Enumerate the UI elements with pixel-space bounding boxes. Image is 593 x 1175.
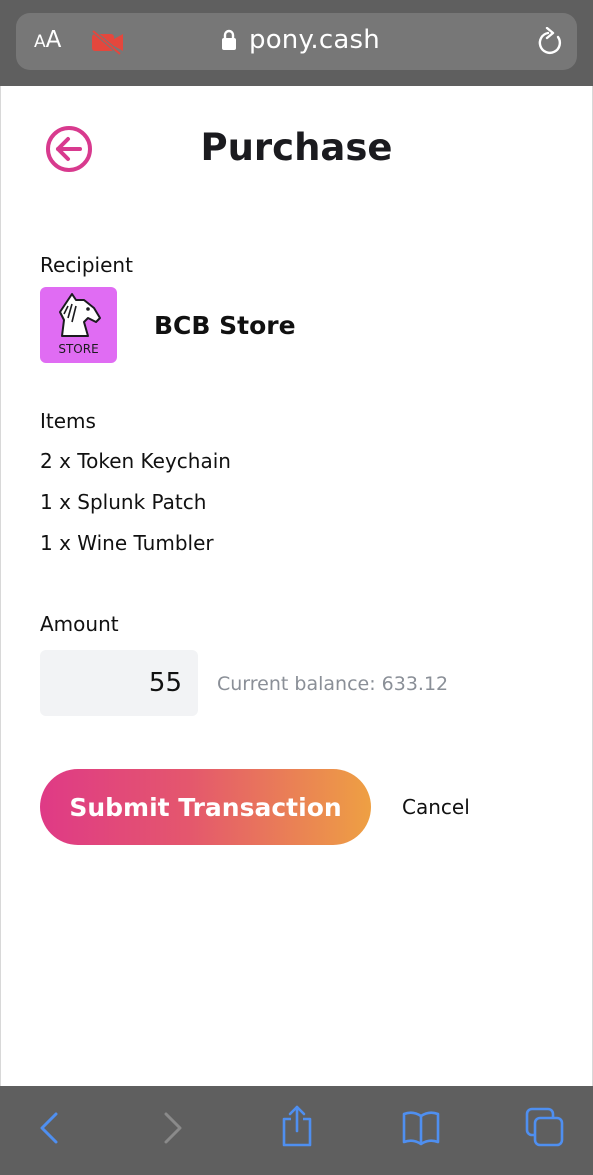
- text-size-button[interactable]: AA: [34, 27, 61, 53]
- avatar-label: STORE: [58, 342, 99, 356]
- book-icon[interactable]: [401, 1108, 441, 1148]
- cancel-button[interactable]: Cancel: [402, 795, 470, 819]
- recipient-name: BCB Store: [154, 311, 296, 340]
- camera-off-icon[interactable]: [90, 29, 126, 55]
- browser-bottom-toolbar: [0, 1086, 593, 1175]
- amount-input[interactable]: [40, 650, 198, 716]
- recipient-avatar: STORE: [40, 287, 117, 363]
- reload-icon[interactable]: [536, 27, 564, 57]
- chevron-left-icon[interactable]: [36, 1108, 62, 1148]
- browser-top-bar: AA pony.cash: [0, 0, 593, 86]
- list-item: 1 x Splunk Patch: [40, 490, 207, 514]
- text-size-small-glyph: A: [34, 32, 46, 52]
- horse-head-icon: [59, 293, 101, 337]
- url-text[interactable]: pony.cash: [249, 25, 380, 55]
- page-title: Purchase: [200, 126, 393, 169]
- phone-frame: [0, 0, 593, 1175]
- list-item: 1 x Wine Tumbler: [40, 531, 214, 555]
- lock-icon: [222, 29, 236, 50]
- list-item: 2 x Token Keychain: [40, 449, 231, 473]
- tabs-icon[interactable]: [524, 1106, 566, 1150]
- text-size-large-glyph: A: [45, 27, 62, 53]
- items-label: Items: [40, 409, 96, 433]
- current-balance: Current balance: 633.12: [217, 673, 449, 695]
- chevron-right-icon[interactable]: [160, 1108, 186, 1148]
- submit-transaction-button[interactable]: Submit Transaction: [40, 769, 371, 845]
- address-bar[interactable]: AA pony.cash: [16, 13, 577, 70]
- recipient-label: Recipient: [40, 253, 133, 277]
- share-icon[interactable]: [279, 1103, 315, 1149]
- amount-label: Amount: [40, 612, 119, 636]
